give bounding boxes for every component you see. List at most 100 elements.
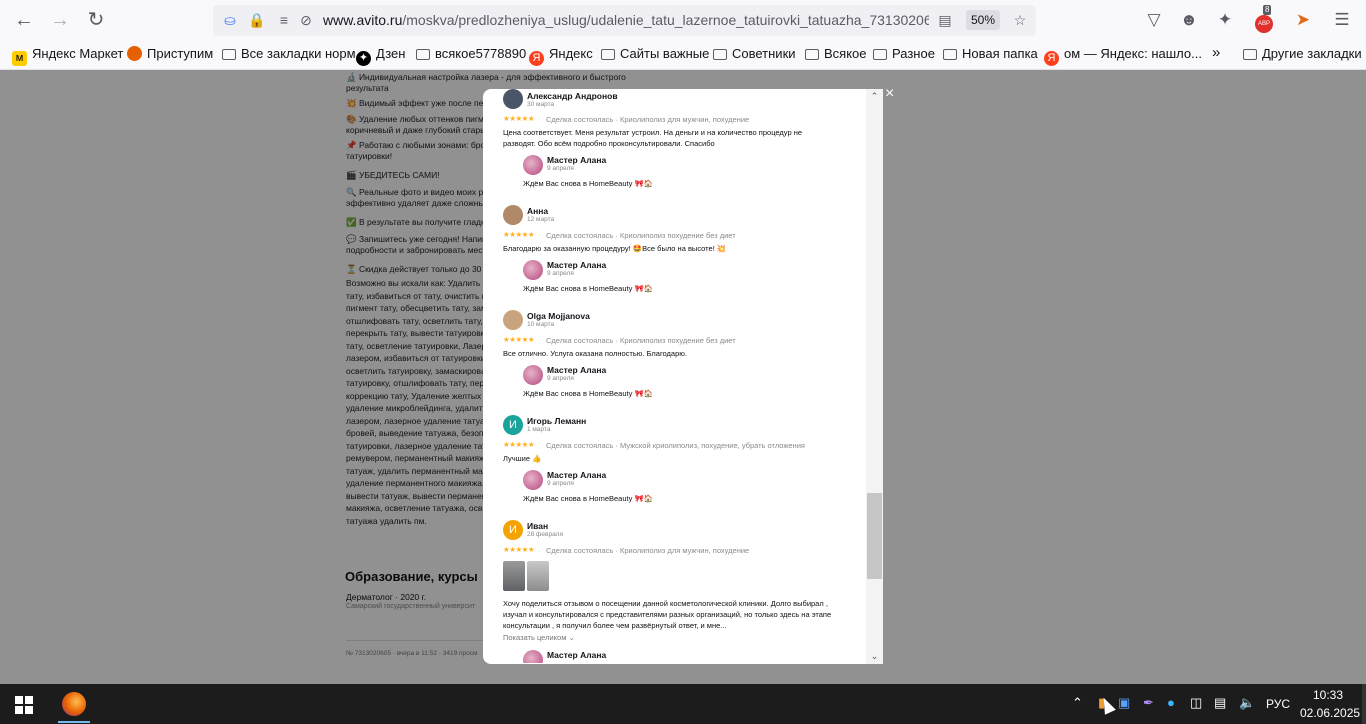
review-item: Olga Mojjanova 10 марта ★★★★★ Сделка сос…	[503, 310, 843, 400]
bookmark-item[interactable]: м Яндекс Маркет	[12, 46, 123, 66]
review-item: И Иван 28 февраля ★★★★★ Сделка состоялас…	[503, 520, 843, 663]
bookmark-item[interactable]: Я Яндекс	[529, 46, 593, 66]
adblock-icon[interactable]: ABP 8	[1253, 5, 1275, 33]
bookmark-item[interactable]: ✦ Дзен	[356, 46, 405, 66]
bookmark-folder[interactable]: Советники	[713, 46, 796, 61]
review-date: 1 марта	[527, 426, 551, 433]
edge-tray-icon[interactable]: ●	[1167, 695, 1175, 710]
review-item: И Игорь Леманн 1 марта ★★★★★ Сделка сост…	[503, 415, 843, 505]
deal-info: Сделка состоялась · Криолиполиз похудени…	[546, 231, 736, 240]
reviewer-name: Игорь Леманн	[527, 416, 587, 426]
pen-icon[interactable]: ✒	[1143, 695, 1154, 711]
review-item: Александр Андронов 30 марта ★★★★★ Сделка…	[503, 89, 843, 189]
review-text: Все отлично. Услуга оказана полностью. Б…	[503, 349, 687, 358]
reader-view-icon[interactable]: ▤	[936, 11, 954, 29]
scrollbar-thumb[interactable]	[867, 493, 882, 579]
bookmark-folder[interactable]: Другие закладки	[1243, 46, 1362, 61]
review-photo[interactable]	[527, 561, 549, 591]
reply-author: Мастер Алана	[547, 155, 607, 165]
scroll-down-icon[interactable]: ⌄	[866, 649, 883, 663]
bookmark-folder[interactable]: Все закладки норм	[222, 46, 356, 61]
reload-icon[interactable]: ↻	[84, 8, 108, 32]
close-icon[interactable]: ×	[885, 85, 894, 103]
rating-stars: ★★★★★	[503, 440, 535, 449]
reply-author: Мастер Алана	[547, 650, 607, 660]
permissions-icon[interactable]: ≡	[275, 11, 293, 29]
show-more-link[interactable]: Показать целиком ⌄	[503, 633, 575, 642]
volume-icon[interactable]: 🔈	[1239, 695, 1255, 711]
adblock-badge-text: ABP	[1255, 15, 1273, 33]
reply-text: Ждём Вас снова в HomeBeauty 🎀🏠	[523, 179, 654, 188]
forward-icon[interactable]: →	[48, 8, 72, 32]
deal-info: Сделка состоялась · Криолиполиз для мужч…	[546, 546, 750, 555]
bookmarks-bar: м Яндекс Маркет Приступим Все закладки но…	[0, 40, 1366, 70]
reply-author: Мастер Алана	[547, 365, 607, 375]
reply-author: Мастер Алана	[547, 470, 607, 480]
browser-toolbar: ← → ↻ ⛀ 🔒 ≡ ⊘ www.avito.ru/moskva/predlo…	[0, 0, 1366, 40]
screenshot-tool-icon[interactable]: ▣	[1118, 695, 1130, 711]
deal-info: Сделка состоялась · Криолиполиз похудени…	[546, 336, 736, 345]
bookmark-folder[interactable]: Разное	[873, 46, 935, 61]
bookmark-item[interactable]: Приступим	[127, 46, 213, 61]
clock-date[interactable]: 02.06.2025	[1300, 706, 1360, 720]
seller-reply: Мастер Алана 9 апреля Ждём Вас снова в H…	[523, 470, 823, 503]
bookmark-folder[interactable]: Новая папка	[943, 46, 1038, 61]
reply-text: Ждём Вас снова в HomeBeauty 🎀🏠	[523, 494, 654, 503]
bookmark-star-icon[interactable]: ☆	[1011, 11, 1029, 29]
reviewer-name: Александр Андронов	[527, 91, 618, 101]
lock-icon[interactable]: 🔒	[248, 11, 266, 29]
folder-icon	[805, 49, 819, 60]
seller-reply: Мастер Алана 9 апреля Ждём Вас снова в H…	[523, 155, 823, 188]
seller-reply: Мастер Алана 9 апреля Ждём Вас снова в H…	[523, 365, 823, 398]
folder-icon	[713, 49, 727, 60]
review-photo[interactable]	[503, 561, 525, 591]
reply-text: Ждём Вас снова в HomeBeauty 🎀🏠	[523, 389, 654, 398]
account-icon[interactable]: ☻	[1178, 9, 1200, 31]
bookmark-folder[interactable]: Всякое	[805, 46, 867, 61]
avatar	[503, 310, 523, 330]
reviewer-name: Иван	[527, 521, 549, 531]
rocket-icon[interactable]: ➤	[1292, 9, 1314, 31]
menu-icon[interactable]: ☰	[1331, 9, 1353, 31]
url-bar[interactable]: ⛀ 🔒 ≡ ⊘ www.avito.ru/moskva/predlozheniy…	[213, 5, 1036, 36]
zoom-level[interactable]: 50%	[966, 10, 1000, 30]
review-item: Анна 12 марта ★★★★★ Сделка состоялась · …	[503, 205, 843, 295]
bookmark-item[interactable]: Яом — Яндекс: нашло...	[1044, 46, 1202, 66]
show-hidden-icons-icon[interactable]: ⌃	[1072, 695, 1083, 711]
back-icon[interactable]: ←	[12, 8, 36, 32]
yandex-icon: Я	[529, 51, 544, 66]
windows-start-icon[interactable]	[15, 696, 33, 714]
avatar	[523, 365, 543, 385]
pocket-icon[interactable]: ▽	[1143, 9, 1165, 31]
clock-time[interactable]: 10:33	[1313, 688, 1343, 702]
scroll-up-icon[interactable]: ⌃	[866, 89, 883, 103]
reply-text: Ждём Вас снова в HomeBeauty 🎀🏠	[523, 284, 654, 293]
folder-icon	[943, 49, 957, 60]
avatar	[523, 470, 543, 490]
firefox-taskbar-icon[interactable]	[62, 692, 86, 716]
bookmark-folder[interactable]: Сайты важные	[601, 46, 709, 61]
rating-stars: ★★★★★	[503, 545, 535, 554]
more-bookmarks-chevron-icon[interactable]: »	[1212, 44, 1220, 61]
url-text[interactable]: www.avito.ru/moskva/predlozheniya_uslug/…	[323, 12, 929, 28]
reply-date: 9 апреля	[547, 375, 574, 382]
review-date: 10 марта	[527, 321, 555, 328]
review-text: Хочу поделиться отзывом о посещении данн…	[503, 599, 832, 630]
battery-icon[interactable]: ◫	[1190, 695, 1202, 711]
language-indicator[interactable]: РУС	[1266, 697, 1290, 711]
folder-icon	[601, 49, 615, 60]
bookmark-folder[interactable]: всякое5778890	[416, 46, 526, 61]
deal-info: Сделка состоялась · Криолиполиз для мужч…	[546, 115, 750, 124]
tracking-shield-icon[interactable]: ⛀	[221, 11, 239, 29]
extensions-icon[interactable]: ✦	[1214, 9, 1236, 31]
review-date: 12 марта	[527, 216, 555, 223]
reply-date: 9 апреля	[547, 270, 574, 277]
network-icon[interactable]: ▤	[1214, 695, 1226, 711]
avatar: И	[503, 415, 523, 435]
location-blocked-icon[interactable]: ⊘	[297, 11, 315, 29]
folder-icon	[416, 49, 430, 60]
show-desktop-button[interactable]	[1362, 684, 1366, 724]
folder-icon	[873, 49, 887, 60]
active-app-indicator	[58, 721, 90, 723]
reviewer-name: Olga Mojjanova	[527, 311, 590, 321]
